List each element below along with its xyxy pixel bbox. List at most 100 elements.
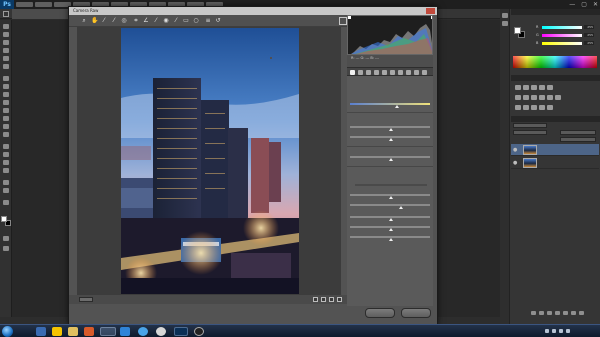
browser-icon[interactable]	[100, 327, 116, 336]
color-lookup-icon[interactable]	[555, 95, 561, 100]
zoom-icon[interactable]: ⌕	[81, 18, 87, 24]
menu-item-edit[interactable]	[35, 2, 52, 7]
move-tool-icon[interactable]	[3, 24, 9, 29]
before-after-toggle-icon[interactable]	[313, 297, 318, 302]
photo-filter-icon[interactable]	[539, 95, 545, 100]
volume-icon[interactable]	[566, 329, 570, 333]
preferences-icon[interactable]: ≡	[205, 18, 211, 24]
color-spectrum-ramp[interactable]	[513, 56, 597, 68]
black-white-icon[interactable]	[531, 95, 537, 100]
copy-settings-icon[interactable]	[329, 297, 334, 302]
brush-tool-icon[interactable]	[3, 84, 9, 89]
red-eye-icon[interactable]: ◉	[163, 18, 169, 24]
slider-thumb[interactable]	[395, 105, 399, 108]
app-icon[interactable]	[194, 327, 204, 336]
split-toning-icon[interactable]	[382, 70, 387, 75]
lasso-tool-icon[interactable]	[3, 40, 9, 45]
saturation-slider[interactable]	[350, 204, 430, 206]
foreground-color-swatch[interactable]	[1, 216, 7, 222]
quick-mask-icon[interactable]	[3, 236, 9, 241]
eyedropper-tool-icon[interactable]	[3, 64, 9, 69]
fill-field[interactable]	[560, 137, 596, 142]
hand-icon[interactable]: ✋	[91, 18, 98, 24]
clone-stamp-tool-icon[interactable]	[3, 92, 9, 97]
minimize-button[interactable]: —	[569, 0, 575, 9]
snapshots-icon[interactable]	[422, 70, 427, 75]
zoom-level-field[interactable]	[79, 297, 93, 302]
slider-thumb[interactable]	[389, 218, 393, 221]
current-tool-icon[interactable]	[3, 11, 9, 17]
exposure-icon[interactable]	[539, 85, 545, 90]
blend-mode-select[interactable]	[513, 130, 547, 135]
tone-curve-icon[interactable]	[358, 70, 363, 75]
green-value-field[interactable]: 255	[584, 33, 594, 37]
hue-saturation-icon[interactable]	[515, 95, 521, 100]
type-tool-icon[interactable]	[3, 152, 9, 157]
quick-select-tool-icon[interactable]	[3, 48, 9, 53]
slider-thumb[interactable]	[389, 238, 393, 241]
graduated-filter-icon[interactable]: ▭	[183, 18, 189, 24]
gradient-map-icon[interactable]	[539, 105, 545, 110]
dialog-close-button[interactable]	[426, 8, 435, 14]
zoom-tool-icon[interactable]	[3, 188, 9, 193]
selective-color-icon[interactable]	[547, 105, 553, 110]
basic-icon[interactable]	[350, 70, 355, 75]
dodge-tool-icon[interactable]	[3, 132, 9, 137]
vibrance-icon[interactable]	[547, 85, 553, 90]
menu-item-file[interactable]	[16, 2, 33, 7]
color-balance-icon[interactable]	[523, 95, 529, 100]
green-slider[interactable]	[542, 34, 582, 37]
color-swatches[interactable]	[1, 216, 11, 230]
camera-calibration-icon[interactable]	[406, 70, 411, 75]
radial-filter-icon[interactable]: ○	[193, 18, 199, 24]
tray-icon[interactable]	[552, 329, 556, 333]
channel-mixer-icon[interactable]	[547, 95, 553, 100]
threshold-icon[interactable]	[531, 105, 537, 110]
red-value-field[interactable]: 255	[584, 25, 594, 29]
app-icon[interactable]	[156, 327, 166, 336]
mask-icon[interactable]	[547, 310, 552, 315]
layer-filter-select[interactable]	[513, 123, 547, 128]
network-icon[interactable]	[559, 329, 563, 333]
visibility-eye-icon[interactable]: ●	[513, 160, 517, 166]
shape-tool-icon[interactable]	[3, 168, 9, 173]
tray-icon[interactable]	[545, 329, 549, 333]
blur-tool-icon[interactable]	[3, 124, 9, 129]
highlight-clipping-icon[interactable]	[431, 16, 433, 19]
white-balance-icon[interactable]: ⁄	[101, 18, 107, 24]
effects-icon[interactable]	[398, 70, 403, 75]
clarity-slider[interactable]	[355, 184, 427, 186]
levels-icon[interactable]	[523, 85, 529, 90]
adjustment-brush-icon[interactable]: ⁄	[173, 18, 179, 24]
folder-icon[interactable]	[563, 310, 568, 315]
slider-thumb[interactable]	[389, 128, 393, 131]
gradient-tool-icon[interactable]	[3, 116, 9, 121]
explorer-icon[interactable]	[36, 327, 46, 336]
foreground-color-chip[interactable]	[514, 27, 521, 34]
screen-mode-icon[interactable]	[3, 246, 9, 251]
visibility-eye-icon[interactable]: ●	[513, 147, 517, 153]
new-layer-icon[interactable]	[571, 310, 576, 315]
cancel-button[interactable]	[401, 308, 431, 318]
edit-toolbar-icon[interactable]	[3, 200, 9, 205]
slider-thumb[interactable]	[389, 228, 393, 231]
crop-tool-icon[interactable]	[3, 56, 9, 61]
pen-tool-icon[interactable]	[3, 144, 9, 149]
shadow-clipping-icon[interactable]	[348, 16, 351, 19]
start-button[interactable]	[2, 326, 13, 337]
temperature-slider[interactable]	[350, 103, 430, 105]
path-select-tool-icon[interactable]	[3, 160, 9, 165]
presets-icon[interactable]	[414, 70, 419, 75]
preview-image[interactable]	[121, 28, 299, 294]
hand-tool-icon[interactable]	[3, 180, 9, 185]
spot-removal-icon[interactable]: ⁄	[153, 18, 159, 24]
healing-tool-icon[interactable]	[3, 76, 9, 81]
marquee-tool-icon[interactable]	[3, 32, 9, 37]
maximize-button[interactable]: ▢	[581, 0, 587, 9]
eraser-tool-icon[interactable]	[3, 108, 9, 113]
opacity-field[interactable]	[560, 130, 596, 135]
trash-icon[interactable]	[579, 310, 584, 315]
slider-thumb[interactable]	[399, 206, 403, 209]
curves-icon[interactable]	[531, 85, 537, 90]
media-player-icon[interactable]	[84, 327, 94, 336]
